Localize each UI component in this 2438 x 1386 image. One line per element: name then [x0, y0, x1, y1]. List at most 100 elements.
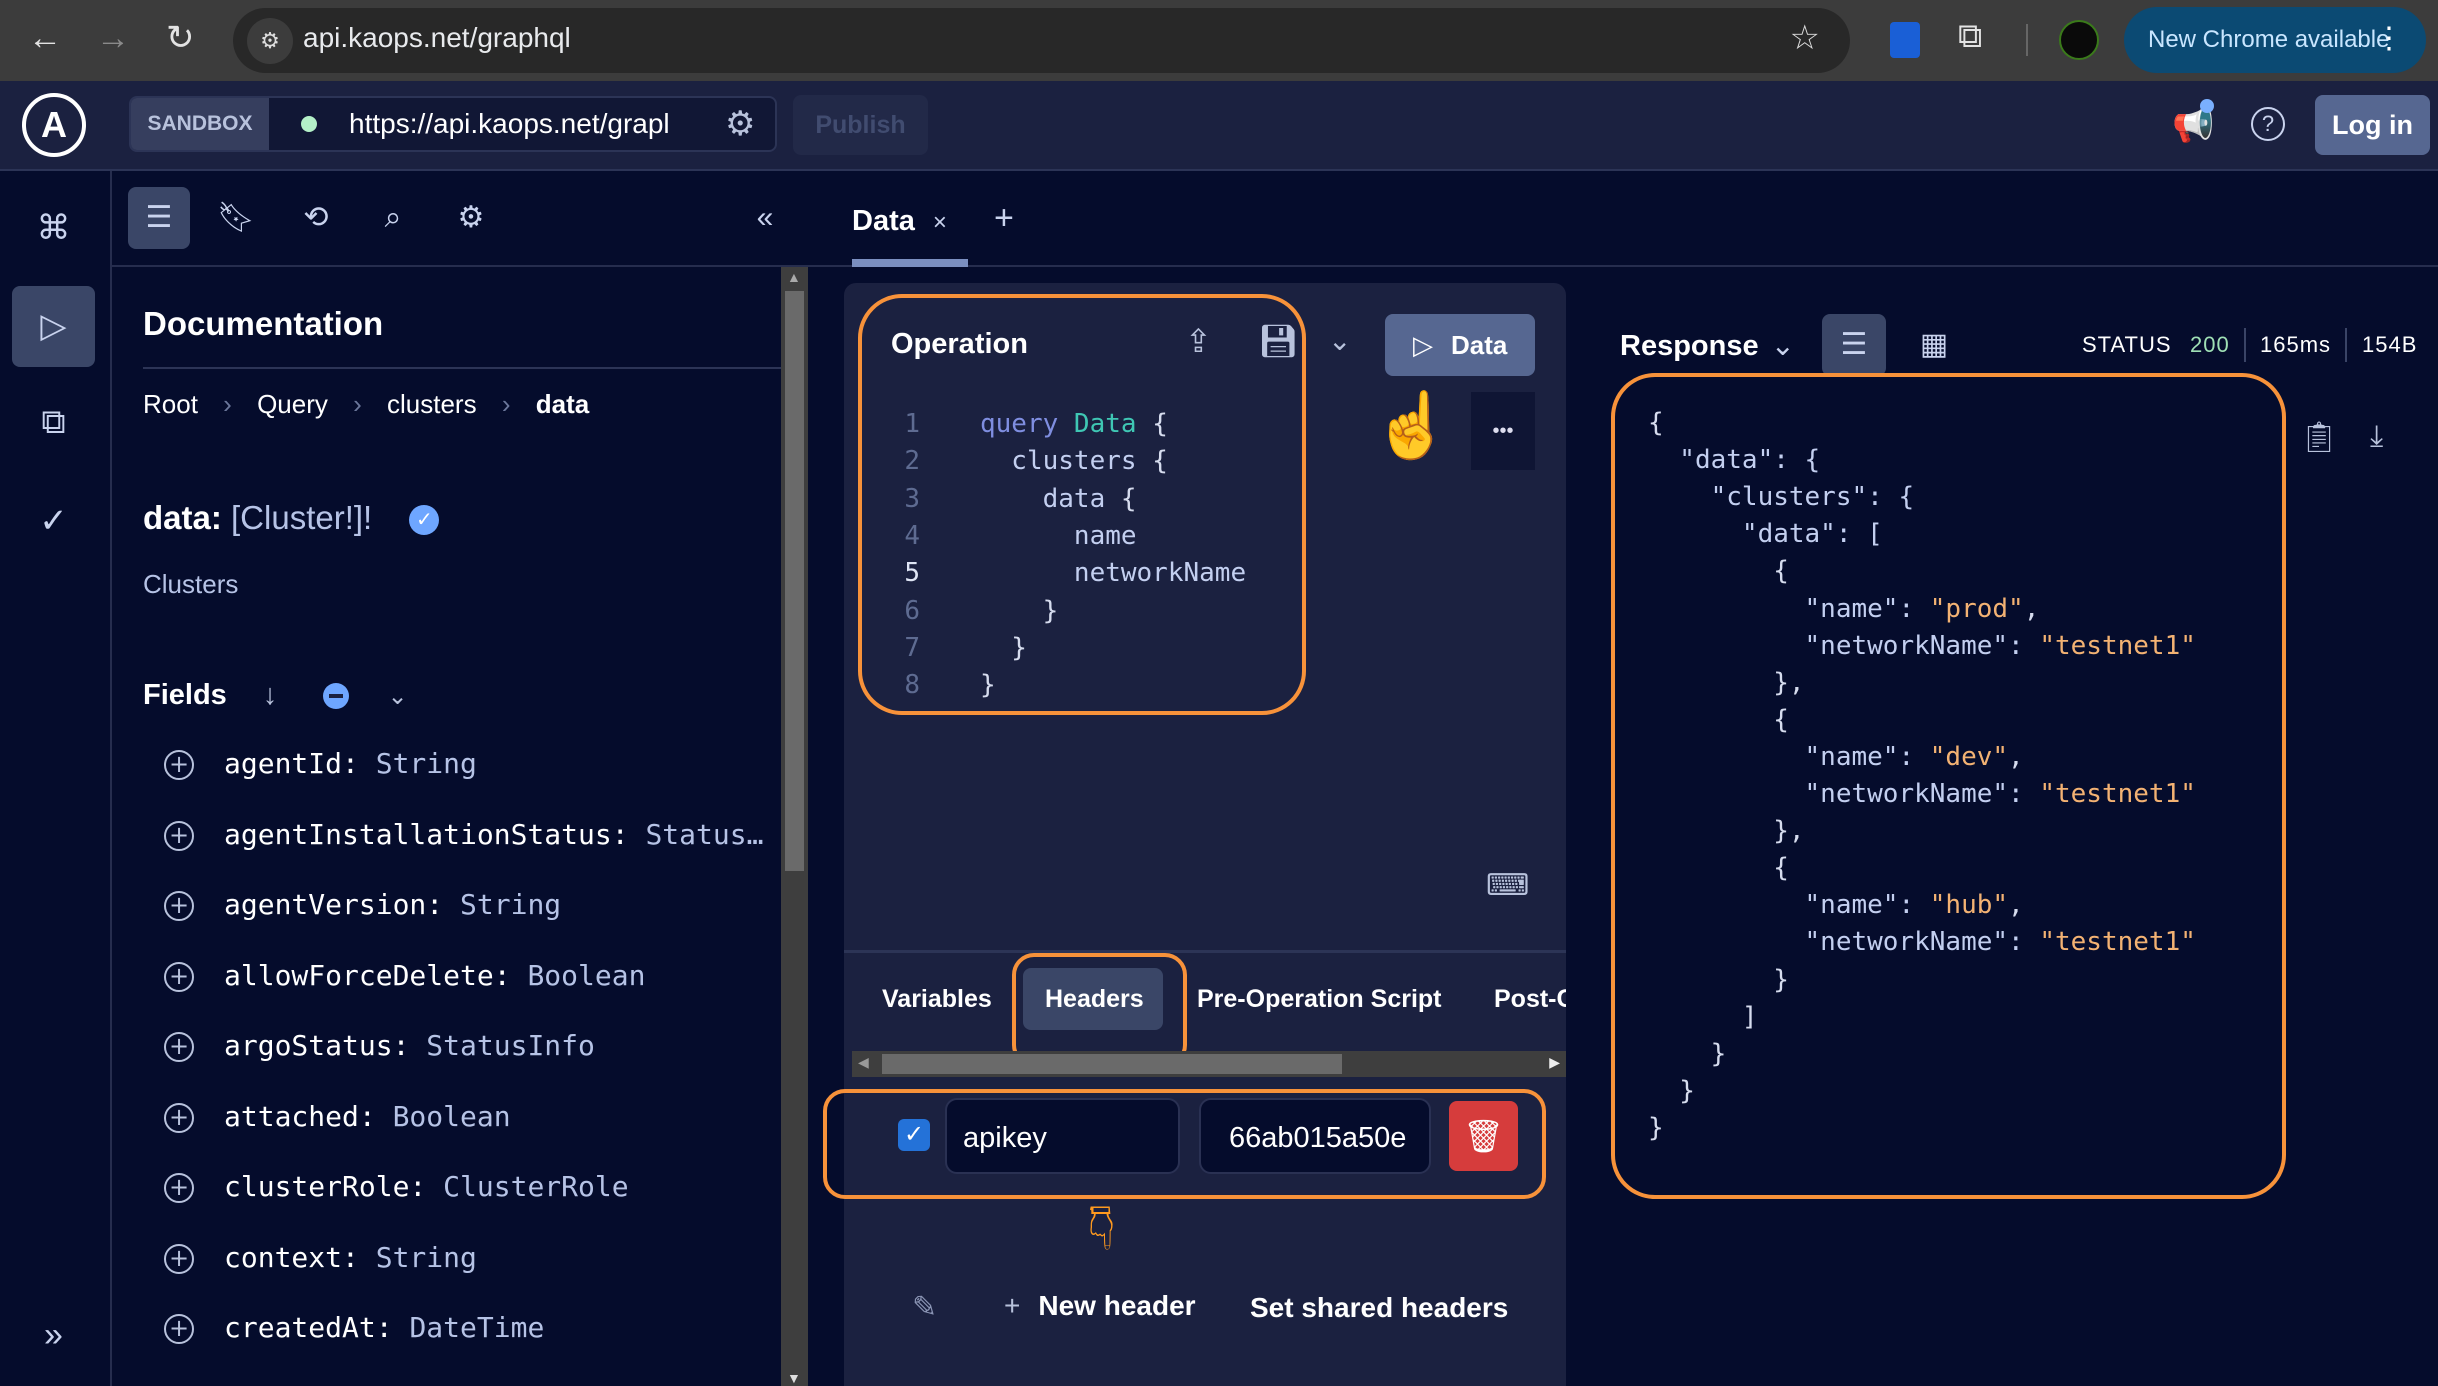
breadcrumb-clusters[interactable]: clusters: [387, 389, 477, 419]
keyboard-shortcuts-icon[interactable]: ⌨: [1486, 868, 1529, 903]
field-row-type[interactable]: DateTime: [409, 1311, 544, 1344]
schema-graph-icon[interactable]: ⌘: [12, 188, 95, 269]
scrollbar-thumb[interactable]: [882, 1054, 1342, 1074]
field-type[interactable]: [Cluster!]!: [231, 499, 372, 536]
add-field-plus-icon[interactable]: +: [164, 1173, 194, 1203]
field-row[interactable]: + agentVersion: String: [164, 888, 561, 921]
breadcrumb-query[interactable]: Query: [257, 389, 328, 419]
operation-collections-icon[interactable]: ⧉: [12, 382, 95, 463]
field-row-name: argoStatus:: [224, 1029, 410, 1062]
forward-icon[interactable]: →: [96, 18, 130, 58]
settings-gear-icon[interactable]: ⚙: [440, 187, 502, 249]
docs-scrollbar[interactable]: ▲ ▼: [781, 267, 808, 1386]
publish-button[interactable]: Publish: [793, 95, 928, 155]
back-icon[interactable]: ←: [28, 18, 62, 58]
edit-headers-json-icon[interactable]: ✎: [912, 1290, 937, 1325]
copy-clipboard-icon[interactable]: 📋︎: [2300, 420, 2338, 455]
stat-divider: [2244, 328, 2246, 362]
tabs-horizontal-scrollbar[interactable]: ◀ ▶: [852, 1051, 1566, 1077]
site-info-icon[interactable]: ⚙: [247, 18, 293, 64]
endpoint-settings-gear-icon[interactable]: ⚙: [725, 104, 755, 144]
bookmark-icon[interactable]: 🔖︎: [205, 187, 267, 249]
endpoint-url-input[interactable]: https://api.kaops.net/grapl: [349, 108, 729, 140]
chevron-right-icon: ›: [353, 389, 362, 419]
documentation-icon[interactable]: ☰: [128, 187, 190, 249]
search-icon[interactable]: ⌕: [362, 187, 424, 249]
checks-icon[interactable]: ✓: [12, 481, 95, 562]
help-icon[interactable]: ?: [2251, 107, 2285, 141]
field-row-type[interactable]: StatusInfo: [426, 1029, 595, 1062]
tab-variables[interactable]: Variables: [882, 985, 992, 1014]
collapse-panel-icon[interactable]: «: [734, 187, 796, 249]
chevron-right-icon: ›: [501, 389, 511, 419]
expand-rail-icon[interactable]: »: [12, 1295, 95, 1376]
table-view-icon[interactable]: ▦: [1902, 314, 1966, 376]
add-field-plus-icon[interactable]: +: [164, 750, 194, 780]
field-row-type[interactable]: String: [376, 747, 477, 780]
close-tab-icon[interactable]: ×: [933, 209, 947, 236]
set-shared-headers-button[interactable]: Set shared headers: [1250, 1292, 1508, 1324]
download-icon[interactable]: ⤓: [2370, 420, 2383, 454]
more-options-button[interactable]: •••: [1471, 392, 1535, 470]
response-view-selector[interactable]: Response ⌄: [1620, 328, 1795, 363]
reload-icon[interactable]: ↻: [166, 18, 195, 58]
fields-label: Fields: [143, 679, 227, 711]
add-field-plus-icon[interactable]: +: [164, 1102, 194, 1133]
scroll-left-arrow-icon[interactable]: ◀: [858, 1054, 869, 1071]
add-field-plus-icon[interactable]: +: [164, 891, 194, 921]
new-header-button[interactable]: + New header: [1004, 1290, 1196, 1322]
response-size: 154B: [2362, 332, 2418, 357]
field-row-type[interactable]: String: [460, 888, 561, 921]
history-icon[interactable]: ⟲: [285, 187, 347, 249]
address-bar[interactable]: ⚙ api.kaops.net/graphql ☆: [233, 8, 1850, 73]
play-icon: ▷: [1413, 330, 1433, 360]
apollo-logo-icon[interactable]: A: [22, 93, 86, 157]
address-url[interactable]: api.kaops.net/graphql: [303, 22, 571, 54]
left-rail: ⌘ ▷ ⧉ ✓ »: [0, 171, 112, 1386]
field-row[interactable]: + agentId: String: [164, 747, 477, 780]
toolbar-divider: [2026, 24, 2028, 56]
add-field-plus-icon[interactable]: +: [164, 1032, 194, 1062]
tab-pre-operation-script[interactable]: Pre-Operation Script: [1197, 985, 1442, 1014]
explorer-play-icon[interactable]: ▷: [12, 286, 95, 367]
extension-shield-icon[interactable]: [1890, 22, 1920, 58]
json-view-icon[interactable]: ☰: [1822, 314, 1886, 376]
new-chrome-available-button[interactable]: New Chrome available ⋮: [2124, 7, 2426, 73]
add-field-plus-icon[interactable]: +: [164, 961, 194, 992]
field-row[interactable]: + agentInstallationStatus: Status…: [164, 818, 763, 851]
add-field-plus-icon[interactable]: +: [164, 820, 194, 851]
login-button[interactable]: Log in: [2315, 95, 2430, 155]
response-title: Response: [1620, 330, 1759, 362]
tab-post-operation-script[interactable]: Post-C: [1494, 985, 1566, 1014]
scroll-right-arrow-icon[interactable]: ▶: [1549, 1054, 1560, 1071]
field-row-type[interactable]: String: [376, 1241, 477, 1274]
field-row-type[interactable]: Status…: [645, 818, 763, 851]
scroll-up-arrow-icon[interactable]: ▲: [787, 269, 801, 285]
sort-arrow-down-icon[interactable]: ↓: [263, 679, 278, 711]
collapse-all-minus-icon[interactable]: [323, 683, 350, 710]
scroll-down-arrow-icon[interactable]: ▼: [787, 1370, 801, 1386]
field-row[interactable]: + createdAt: DateTime: [164, 1311, 544, 1344]
field-row-type[interactable]: Boolean: [527, 959, 645, 992]
field-row[interactable]: + argoStatus: StatusInfo: [164, 1029, 595, 1062]
add-tab-icon[interactable]: +: [994, 199, 1014, 238]
breadcrumb-root[interactable]: Root: [143, 389, 198, 419]
field-row[interactable]: + clusterRole: ClusterRole: [164, 1170, 629, 1203]
operation-tabs: Data × +: [808, 171, 2438, 267]
bookmark-star-icon[interactable]: ☆: [1790, 18, 1820, 58]
menu-dots-icon[interactable]: ⋮: [2374, 21, 2404, 56]
extensions-puzzle-icon[interactable]: ⧉: [1958, 16, 1982, 56]
profile-avatar[interactable]: [2059, 20, 2099, 60]
field-row[interactable]: + context: String: [164, 1241, 477, 1274]
field-row[interactable]: + allowForceDelete: Boolean: [164, 959, 645, 992]
add-field-plus-icon[interactable]: +: [164, 1243, 194, 1274]
field-row-type[interactable]: Boolean: [393, 1100, 511, 1133]
field-row[interactable]: + attached: Boolean: [164, 1100, 511, 1133]
field-row-type[interactable]: ClusterRole: [443, 1170, 628, 1203]
tab-data[interactable]: Data ×: [852, 205, 947, 238]
add-field-plus-icon[interactable]: +: [164, 1314, 194, 1344]
chevron-down-icon[interactable]: ⌄: [388, 683, 408, 710]
save-options-chevron-icon[interactable]: ⌄: [1328, 324, 1351, 357]
scrollbar-thumb[interactable]: [785, 291, 804, 871]
run-operation-button[interactable]: ▷ Data: [1385, 314, 1535, 376]
